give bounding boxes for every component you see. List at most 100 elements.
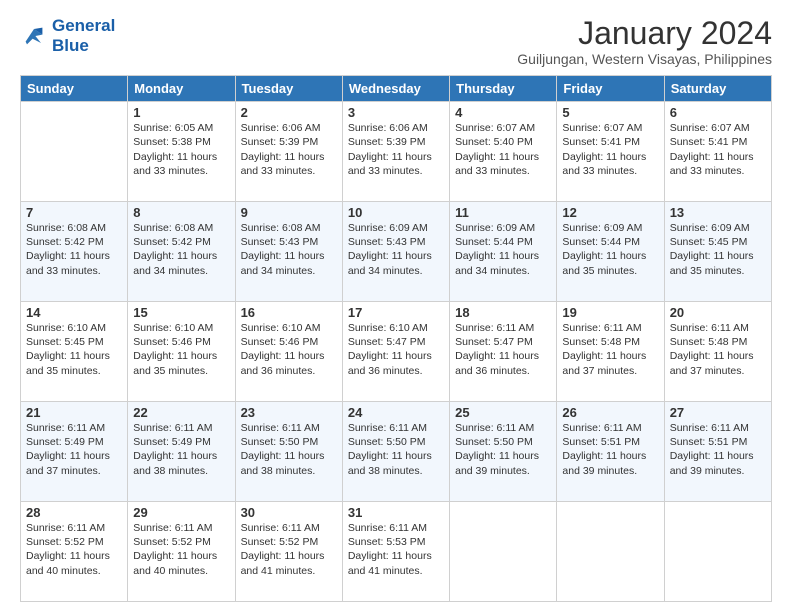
- daylight-text: Daylight: 11 hours and 35 minutes.: [26, 349, 122, 377]
- sunrise-text: Sunrise: 6:11 AM: [455, 321, 551, 335]
- sunset-text: Sunset: 5:47 PM: [455, 335, 551, 349]
- day-number: 8: [133, 205, 229, 220]
- sunset-text: Sunset: 5:44 PM: [455, 235, 551, 249]
- day-number: 3: [348, 105, 444, 120]
- sunset-text: Sunset: 5:50 PM: [455, 435, 551, 449]
- table-cell: 30Sunrise: 6:11 AMSunset: 5:52 PMDayligh…: [235, 502, 342, 602]
- sunrise-text: Sunrise: 6:11 AM: [670, 421, 766, 435]
- table-cell: [21, 102, 128, 202]
- day-number: 31: [348, 505, 444, 520]
- daylight-text: Daylight: 11 hours and 33 minutes.: [455, 150, 551, 178]
- table-cell: 19Sunrise: 6:11 AMSunset: 5:48 PMDayligh…: [557, 302, 664, 402]
- daylight-text: Daylight: 11 hours and 38 minutes.: [133, 449, 229, 477]
- sunset-text: Sunset: 5:49 PM: [26, 435, 122, 449]
- sunset-text: Sunset: 5:50 PM: [241, 435, 337, 449]
- table-cell: 16Sunrise: 6:10 AMSunset: 5:46 PMDayligh…: [235, 302, 342, 402]
- daylight-text: Daylight: 11 hours and 37 minutes.: [26, 449, 122, 477]
- day-number: 5: [562, 105, 658, 120]
- sunrise-text: Sunrise: 6:11 AM: [562, 321, 658, 335]
- table-cell: 25Sunrise: 6:11 AMSunset: 5:50 PMDayligh…: [450, 402, 557, 502]
- location: Guiljungan, Western Visayas, Philippines: [517, 51, 772, 67]
- col-sunday: Sunday: [21, 76, 128, 102]
- logo-bird-icon: [20, 22, 48, 50]
- day-number: 21: [26, 405, 122, 420]
- sunset-text: Sunset: 5:41 PM: [670, 135, 766, 149]
- sunset-text: Sunset: 5:51 PM: [670, 435, 766, 449]
- sunrise-text: Sunrise: 6:11 AM: [348, 521, 444, 535]
- daylight-text: Daylight: 11 hours and 33 minutes.: [562, 150, 658, 178]
- sunrise-text: Sunrise: 6:10 AM: [241, 321, 337, 335]
- calendar-row: 14Sunrise: 6:10 AMSunset: 5:45 PMDayligh…: [21, 302, 772, 402]
- header-row: Sunday Monday Tuesday Wednesday Thursday…: [21, 76, 772, 102]
- table-cell: 3Sunrise: 6:06 AMSunset: 5:39 PMDaylight…: [342, 102, 449, 202]
- daylight-text: Daylight: 11 hours and 36 minutes.: [455, 349, 551, 377]
- calendar-row: 7Sunrise: 6:08 AMSunset: 5:42 PMDaylight…: [21, 202, 772, 302]
- header: General Blue January 2024 Guiljungan, We…: [20, 16, 772, 67]
- col-tuesday: Tuesday: [235, 76, 342, 102]
- day-number: 24: [348, 405, 444, 420]
- sunrise-text: Sunrise: 6:06 AM: [241, 121, 337, 135]
- table-cell: 11Sunrise: 6:09 AMSunset: 5:44 PMDayligh…: [450, 202, 557, 302]
- sunset-text: Sunset: 5:48 PM: [562, 335, 658, 349]
- daylight-text: Daylight: 11 hours and 35 minutes.: [562, 249, 658, 277]
- title-block: January 2024 Guiljungan, Western Visayas…: [517, 16, 772, 67]
- table-cell: 5Sunrise: 6:07 AMSunset: 5:41 PMDaylight…: [557, 102, 664, 202]
- sunset-text: Sunset: 5:46 PM: [241, 335, 337, 349]
- table-cell: 13Sunrise: 6:09 AMSunset: 5:45 PMDayligh…: [664, 202, 771, 302]
- sunset-text: Sunset: 5:52 PM: [241, 535, 337, 549]
- sunset-text: Sunset: 5:47 PM: [348, 335, 444, 349]
- sunrise-text: Sunrise: 6:09 AM: [562, 221, 658, 235]
- sunrise-text: Sunrise: 6:11 AM: [133, 421, 229, 435]
- sunset-text: Sunset: 5:48 PM: [670, 335, 766, 349]
- day-number: 18: [455, 305, 551, 320]
- daylight-text: Daylight: 11 hours and 36 minutes.: [348, 349, 444, 377]
- day-number: 22: [133, 405, 229, 420]
- table-cell: [450, 502, 557, 602]
- daylight-text: Daylight: 11 hours and 34 minutes.: [133, 249, 229, 277]
- sunset-text: Sunset: 5:42 PM: [26, 235, 122, 249]
- sunrise-text: Sunrise: 6:10 AM: [133, 321, 229, 335]
- day-number: 14: [26, 305, 122, 320]
- table-cell: [664, 502, 771, 602]
- sunrise-text: Sunrise: 6:08 AM: [133, 221, 229, 235]
- col-wednesday: Wednesday: [342, 76, 449, 102]
- table-cell: 4Sunrise: 6:07 AMSunset: 5:40 PMDaylight…: [450, 102, 557, 202]
- daylight-text: Daylight: 11 hours and 33 minutes.: [670, 150, 766, 178]
- day-number: 17: [348, 305, 444, 320]
- sunset-text: Sunset: 5:39 PM: [241, 135, 337, 149]
- table-cell: 6Sunrise: 6:07 AMSunset: 5:41 PMDaylight…: [664, 102, 771, 202]
- col-monday: Monday: [128, 76, 235, 102]
- sunrise-text: Sunrise: 6:11 AM: [562, 421, 658, 435]
- daylight-text: Daylight: 11 hours and 39 minutes.: [562, 449, 658, 477]
- page: General Blue January 2024 Guiljungan, We…: [0, 0, 792, 612]
- daylight-text: Daylight: 11 hours and 38 minutes.: [241, 449, 337, 477]
- sunset-text: Sunset: 5:41 PM: [562, 135, 658, 149]
- sunrise-text: Sunrise: 6:11 AM: [455, 421, 551, 435]
- day-number: 6: [670, 105, 766, 120]
- table-cell: 28Sunrise: 6:11 AMSunset: 5:52 PMDayligh…: [21, 502, 128, 602]
- daylight-text: Daylight: 11 hours and 33 minutes.: [26, 249, 122, 277]
- table-cell: 7Sunrise: 6:08 AMSunset: 5:42 PMDaylight…: [21, 202, 128, 302]
- sunrise-text: Sunrise: 6:08 AM: [241, 221, 337, 235]
- sunset-text: Sunset: 5:38 PM: [133, 135, 229, 149]
- day-number: 27: [670, 405, 766, 420]
- sunrise-text: Sunrise: 6:10 AM: [26, 321, 122, 335]
- sunrise-text: Sunrise: 6:11 AM: [241, 521, 337, 535]
- sunrise-text: Sunrise: 6:07 AM: [455, 121, 551, 135]
- sunrise-text: Sunrise: 6:10 AM: [348, 321, 444, 335]
- daylight-text: Daylight: 11 hours and 36 minutes.: [241, 349, 337, 377]
- calendar-table: Sunday Monday Tuesday Wednesday Thursday…: [20, 75, 772, 602]
- sunrise-text: Sunrise: 6:11 AM: [670, 321, 766, 335]
- col-thursday: Thursday: [450, 76, 557, 102]
- col-saturday: Saturday: [664, 76, 771, 102]
- calendar-row: 28Sunrise: 6:11 AMSunset: 5:52 PMDayligh…: [21, 502, 772, 602]
- daylight-text: Daylight: 11 hours and 40 minutes.: [133, 549, 229, 577]
- daylight-text: Daylight: 11 hours and 39 minutes.: [670, 449, 766, 477]
- daylight-text: Daylight: 11 hours and 33 minutes.: [133, 150, 229, 178]
- day-number: 12: [562, 205, 658, 220]
- table-cell: 1Sunrise: 6:05 AMSunset: 5:38 PMDaylight…: [128, 102, 235, 202]
- sunset-text: Sunset: 5:51 PM: [562, 435, 658, 449]
- daylight-text: Daylight: 11 hours and 34 minutes.: [455, 249, 551, 277]
- sunrise-text: Sunrise: 6:11 AM: [348, 421, 444, 435]
- logo-text: General Blue: [52, 16, 115, 55]
